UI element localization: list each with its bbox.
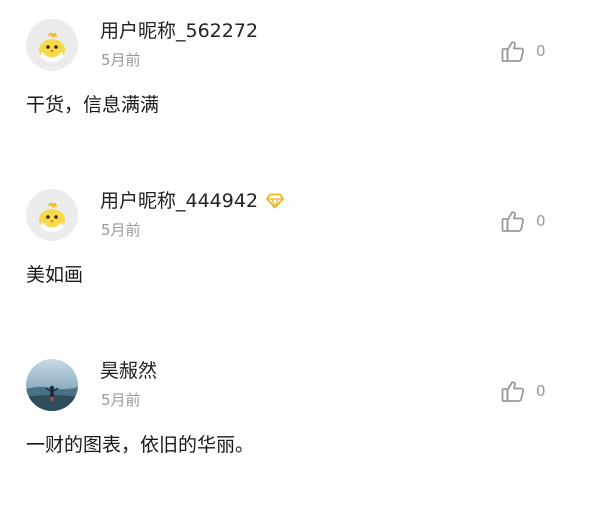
comment-item: 昊赧然 5月前 0 一财的图表，依旧的华丽。 bbox=[0, 340, 600, 510]
like-count: 0 bbox=[536, 42, 546, 60]
username-text: 昊赧然 bbox=[100, 360, 158, 382]
like-count: 0 bbox=[536, 212, 546, 230]
comment-list: 用户昵称_562272 5月前 0 干货，信息满满 用户昵称_444942 5月… bbox=[0, 0, 600, 484]
comment-text: 一财的图表，依旧的华丽。 bbox=[26, 434, 255, 456]
avatar[interactable] bbox=[26, 359, 78, 411]
username[interactable]: 用户昵称_444942 bbox=[100, 188, 284, 214]
thumbs-up-icon bbox=[501, 211, 524, 232]
comment-item: 用户昵称_562272 5月前 0 干货，信息满满 bbox=[0, 0, 600, 170]
username-text: 用户昵称_444942 bbox=[100, 190, 259, 212]
like-button[interactable]: 0 bbox=[500, 208, 546, 234]
avatar[interactable] bbox=[26, 189, 78, 241]
like-button[interactable]: 0 bbox=[500, 378, 546, 404]
comment-time: 5月前 bbox=[101, 391, 141, 409]
thumbs-up-icon bbox=[501, 41, 524, 62]
comment-time: 5月前 bbox=[101, 221, 141, 239]
username[interactable]: 用户昵称_562272 bbox=[100, 18, 258, 44]
thumbs-up-icon bbox=[501, 381, 524, 402]
like-button[interactable]: 0 bbox=[500, 38, 546, 64]
avatar[interactable] bbox=[26, 19, 78, 71]
username[interactable]: 昊赧然 bbox=[100, 358, 157, 384]
chick-avatar-icon bbox=[26, 19, 78, 71]
chick-avatar-icon bbox=[26, 189, 78, 241]
comment-text: 干货，信息满满 bbox=[26, 94, 160, 116]
diamond-icon bbox=[266, 193, 284, 209]
comment-text: 美如画 bbox=[26, 264, 84, 286]
like-count: 0 bbox=[536, 382, 546, 400]
username-text: 用户昵称_562272 bbox=[100, 20, 259, 42]
comment-time: 5月前 bbox=[101, 51, 141, 69]
comment-item: 用户昵称_444942 5月前 0 美如画 bbox=[0, 170, 600, 340]
photo-avatar-icon bbox=[26, 359, 78, 411]
